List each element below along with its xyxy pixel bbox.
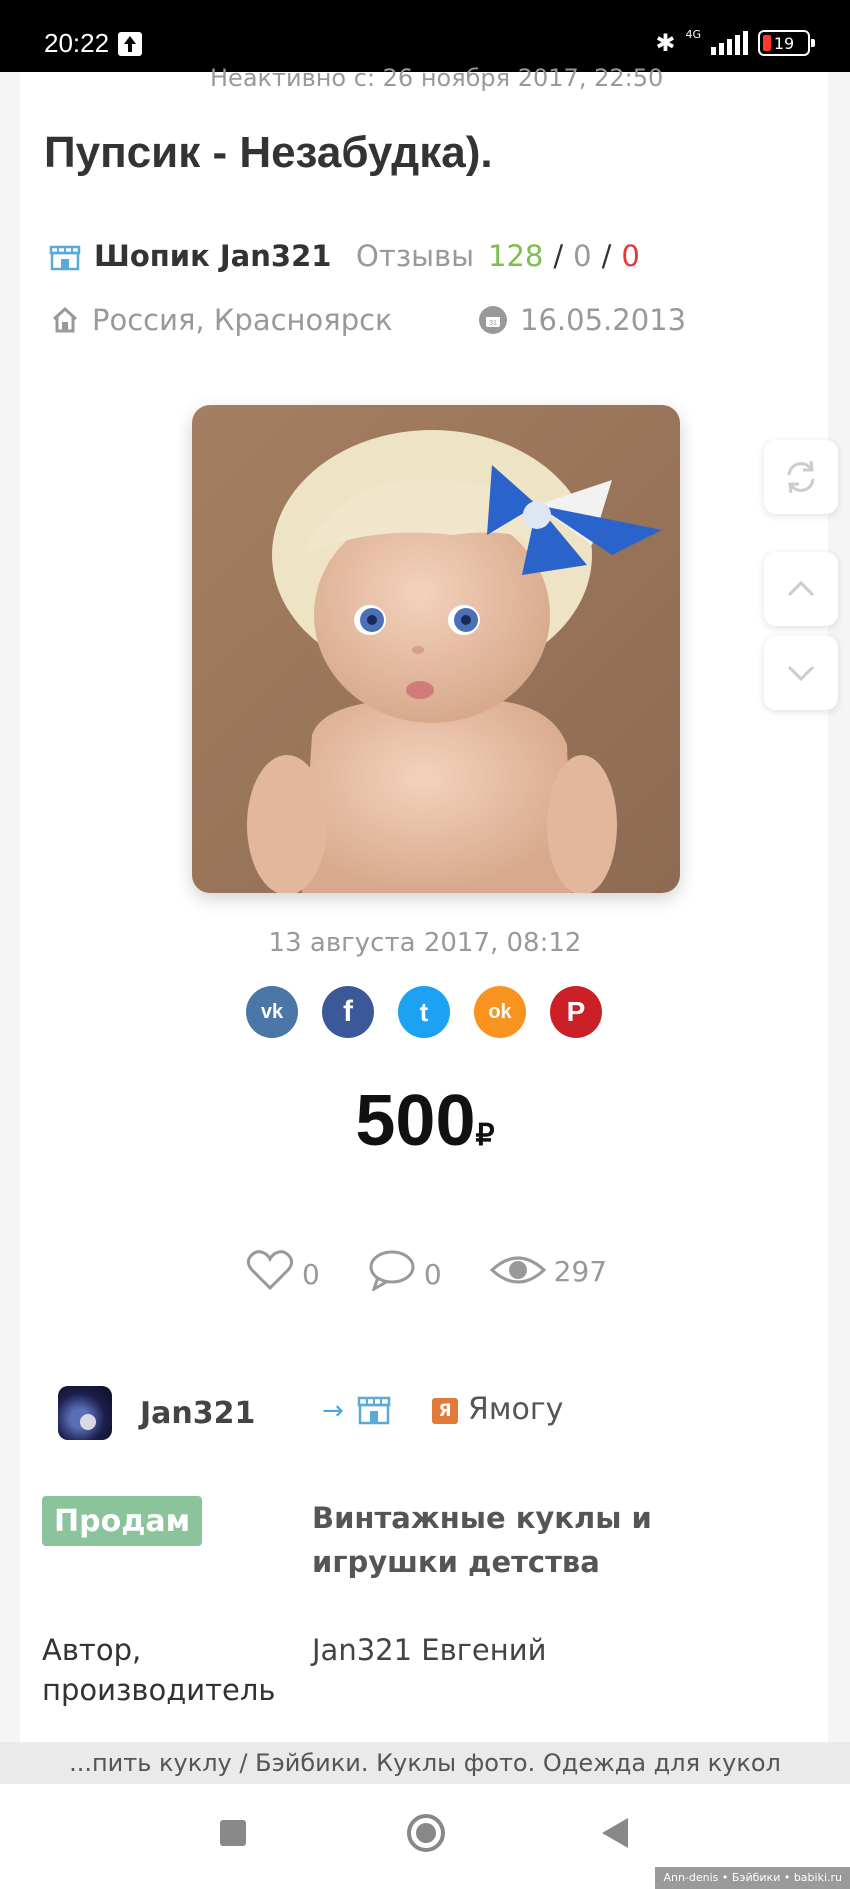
- photo-date: 13 августа 2017, 08:12: [268, 928, 582, 958]
- home-icon: [52, 306, 78, 333]
- shop-icon[interactable]: [356, 1390, 392, 1426]
- scroll-up-button[interactable]: [764, 552, 838, 626]
- price-value: 500: [355, 1081, 476, 1161]
- author-attribute-value: Jan321 Евгений: [312, 1633, 547, 1667]
- upload-icon: [118, 32, 142, 56]
- chevron-up-icon: [787, 580, 815, 597]
- author-link[interactable]: Jan321: [58, 1386, 255, 1440]
- pinterest-share-button[interactable]: P: [550, 986, 602, 1038]
- battery-level: 19: [773, 33, 795, 53]
- calendar-icon: 31: [479, 306, 507, 334]
- location: Россия, Красноярск: [50, 300, 393, 340]
- views: 297: [489, 1252, 608, 1288]
- listing-stats: 0 0 297: [246, 1245, 655, 1295]
- location-text: Россия, Красноярск: [92, 303, 393, 337]
- signal-icon: [711, 31, 748, 55]
- likes-count: 0: [302, 1258, 320, 1291]
- browser-url-bar[interactable]: ...пить куклу / Бэйбики. Куклы фото. Оде…: [0, 1742, 850, 1784]
- home-button[interactable]: [407, 1814, 445, 1852]
- doll-photo-image: [192, 405, 680, 893]
- reviews-positive: 128: [488, 239, 544, 273]
- status-bar: 20:22 ✱ 4G 19: [0, 0, 850, 72]
- refresh-icon: [787, 460, 815, 494]
- category-link[interactable]: Винтажные куклы и игрушки детства: [312, 1496, 792, 1584]
- likes[interactable]: 0: [246, 1249, 320, 1291]
- reviews-separator: /: [601, 239, 612, 273]
- sell-badge: Продам: [42, 1496, 203, 1546]
- author-name: Jan321: [140, 1395, 256, 1431]
- facebook-share-button[interactable]: f: [322, 986, 374, 1038]
- reviews[interactable]: Отзывы 128 / 0 / 0: [356, 236, 640, 276]
- comments-count: 0: [423, 1258, 442, 1291]
- svg-text:31: 31: [489, 320, 497, 327]
- status-icons: ✱ 4G 19: [655, 26, 815, 60]
- author-attribute-label: Автор, производитель: [42, 1633, 276, 1707]
- twitter-share-button[interactable]: t: [398, 986, 450, 1038]
- vk-share-button[interactable]: vk: [246, 986, 298, 1038]
- date-text: 16.05.2013: [520, 303, 687, 337]
- inactive-since: Неактивно с: 26 ноября 2017, 22:50: [210, 64, 664, 92]
- watermark: Ann-denis • Бэйбики • babiki.ru: [655, 1867, 850, 1889]
- reviews-neutral: 0: [573, 239, 592, 273]
- back-button[interactable]: [602, 1818, 628, 1848]
- comment-icon: [369, 1250, 415, 1291]
- shop-name: Шопик Jan321: [94, 239, 332, 273]
- status-time: 20:22: [44, 28, 110, 58]
- arrow-icon: →: [322, 1396, 344, 1426]
- shop-link[interactable]: Шопик Jan321: [48, 236, 331, 276]
- reviews-label: Отзывы: [356, 239, 475, 273]
- network-type: 4G: [685, 27, 701, 41]
- avatar: [58, 1386, 112, 1440]
- refresh-button[interactable]: [764, 440, 838, 514]
- price: 500₽: [0, 1080, 850, 1162]
- battery-icon: 19: [758, 30, 815, 56]
- listing-title: Пупсик - Незабудка).: [44, 128, 493, 177]
- share-buttons: vk f t ok P: [246, 986, 602, 1038]
- recent-apps-button[interactable]: [220, 1820, 246, 1846]
- eye-icon: [489, 1256, 546, 1284]
- registration-date: 31 16.05.2013: [478, 300, 686, 340]
- bluetooth-icon: ✱: [655, 29, 676, 57]
- product-photo[interactable]: [192, 405, 680, 893]
- views-count: 297: [553, 1255, 608, 1288]
- reviews-negative: 0: [621, 239, 640, 273]
- shop-icon: [49, 245, 81, 271]
- heart-icon: [246, 1250, 294, 1291]
- yamogu-link[interactable]: Ямогу: [468, 1392, 563, 1427]
- yamogu-logo-icon: Я: [432, 1398, 458, 1424]
- chevron-down-icon: [787, 665, 815, 682]
- comments[interactable]: 0: [368, 1249, 442, 1291]
- odnoklassniki-share-button[interactable]: ok: [474, 986, 526, 1038]
- currency: ₽: [475, 1119, 495, 1152]
- scroll-down-button[interactable]: [764, 636, 838, 710]
- reviews-separator: /: [553, 239, 564, 273]
